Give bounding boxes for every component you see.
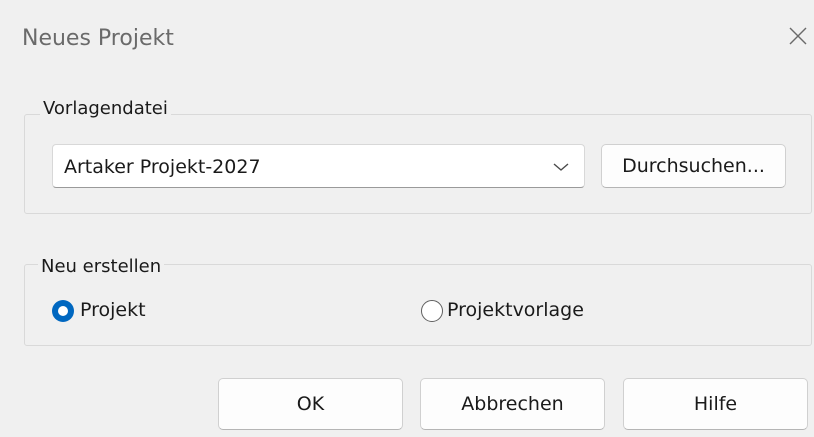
- template-select-value: Artaker Projekt-2027: [64, 156, 261, 178]
- dialog-title: Neues Projekt: [22, 26, 174, 51]
- create-new-legend: Neu erstellen: [38, 256, 165, 277]
- project-template-radio-label[interactable]: Projektvorlage: [447, 299, 584, 321]
- template-select[interactable]: Artaker Projekt-2027: [52, 144, 585, 188]
- browse-button[interactable]: Durchsuchen...: [601, 144, 786, 188]
- project-radio[interactable]: [52, 300, 74, 322]
- project-radio-label[interactable]: Projekt: [80, 299, 146, 321]
- new-project-dialog: Neues Projekt Vorlagendatei Artaker Proj…: [0, 0, 814, 437]
- close-icon[interactable]: [786, 24, 810, 48]
- title-bar: Neues Projekt: [0, 0, 814, 84]
- ok-button[interactable]: OK: [218, 378, 403, 430]
- help-button[interactable]: Hilfe: [623, 378, 808, 430]
- template-file-legend: Vorlagendatei: [40, 98, 171, 119]
- cancel-button[interactable]: Abbrechen: [420, 378, 605, 430]
- project-template-radio[interactable]: [421, 300, 443, 322]
- chevron-down-icon: [552, 159, 570, 173]
